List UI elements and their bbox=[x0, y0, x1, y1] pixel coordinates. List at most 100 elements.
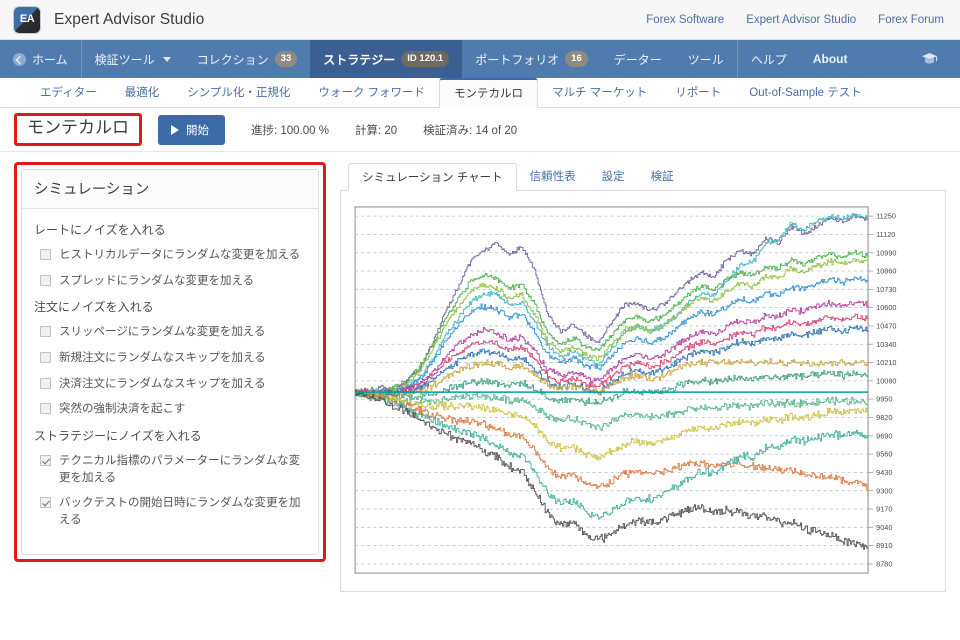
svg-text:10080: 10080 bbox=[876, 377, 896, 386]
tab-out-of-sample-test[interactable]: Out-of-Sample テスト bbox=[735, 79, 875, 108]
option-new-order-skip-label: 新規注文にランダムなスキップを加える bbox=[59, 352, 266, 365]
option-backtest-start-date-random[interactable]: バックテストの開始日時にランダムな変更を加える bbox=[40, 495, 306, 528]
link-forex-software[interactable]: Forex Software bbox=[646, 14, 724, 26]
home-icon bbox=[13, 52, 26, 66]
checkbox-new-order-skip[interactable] bbox=[40, 352, 51, 364]
svg-text:10340: 10340 bbox=[876, 340, 896, 349]
option-backtest-start-date-random-label: バックテストの開始日時にランダムな変更を加える bbox=[59, 497, 301, 527]
simulation-panel-body: レートにノイズを入れる ヒストリカルデータにランダムな変更を加える スプレッドに… bbox=[22, 209, 318, 554]
nav-badge-strategy-id: ID 120.1 bbox=[401, 51, 450, 67]
page-title-highlight: モンテカルロ bbox=[14, 113, 142, 146]
tab-walk-forward[interactable]: ウォーク フォワード bbox=[304, 79, 439, 108]
option-sudden-forced-close[interactable]: 突然の強制決済を起こす bbox=[40, 401, 306, 418]
option-historical-data-random[interactable]: ヒストリカルデータにランダムな変更を加える bbox=[40, 247, 306, 264]
chart-card: 11250 11120 10990 10860 10730 10600 10470 10340… bbox=[340, 191, 946, 592]
option-slippage-random[interactable]: スリッページにランダムな変更を加える bbox=[40, 324, 306, 341]
checkbox-slippage-random[interactable] bbox=[40, 326, 51, 338]
option-new-order-skip[interactable]: 新規注文にランダムなスキップを加える bbox=[40, 350, 306, 367]
tab-monte-carlo[interactable]: モンテカルロ bbox=[439, 78, 539, 108]
chart-tab-settings[interactable]: 設定 bbox=[589, 163, 638, 191]
svg-text:11250: 11250 bbox=[876, 212, 896, 221]
checkbox-close-order-skip[interactable] bbox=[40, 377, 51, 389]
simulation-chart-svg: 11250 11120 10990 10860 10730 10600 10470 10340… bbox=[354, 206, 896, 574]
content-area: シミュレーション レートにノイズを入れる ヒストリカルデータにランダムな変更を加… bbox=[0, 152, 960, 592]
tab-multi-market[interactable]: マルチ マーケット bbox=[538, 79, 661, 108]
chart-tab-reliability-table[interactable]: 信頼性表 bbox=[517, 163, 589, 191]
nav-item-home[interactable]: ホーム bbox=[0, 40, 81, 78]
checkbox-spread-random[interactable] bbox=[40, 274, 51, 286]
option-historical-data-random-label: ヒストリカルデータにランダムな変更を加える bbox=[59, 249, 301, 261]
main-navigation: ホーム 検証ツール コレクション 33 ストラテジー ID 120.1 ポートフ… bbox=[0, 40, 960, 78]
nav-right-area bbox=[907, 40, 960, 78]
svg-text:10210: 10210 bbox=[876, 358, 896, 367]
svg-text:9950: 9950 bbox=[876, 395, 892, 404]
nav-item-strategy-label: ストラテジー bbox=[323, 52, 396, 67]
nav-badge-collection: 33 bbox=[274, 51, 298, 67]
module-tab-strip: エディター 最適化 シンプル化・正規化 ウォーク フォワード モンテカルロ マル… bbox=[0, 78, 960, 108]
top-bar-links: Forex Software Expert Advisor Studio For… bbox=[646, 14, 944, 26]
simulation-panel: シミュレーション レートにノイズを入れる ヒストリカルデータにランダムな変更を加… bbox=[21, 169, 319, 555]
svg-text:9690: 9690 bbox=[876, 431, 892, 440]
svg-text:10860: 10860 bbox=[876, 267, 896, 276]
option-indicator-parameter-random-label: テクニカル指標のパラメーターにランダムな変更を加える bbox=[59, 455, 301, 484]
checkbox-historical-data-random[interactable] bbox=[40, 249, 51, 260]
nav-item-portfolio-label: ポートフォリオ bbox=[475, 52, 560, 67]
graduation-cap-icon[interactable] bbox=[921, 52, 938, 66]
monte-carlo-simulation-chart: 11250 11120 10990 10860 10730 10600 10470 10340… bbox=[349, 201, 937, 583]
stat-validated: 検証済み: 14 of 20 bbox=[423, 124, 518, 137]
svg-text:10470: 10470 bbox=[876, 322, 896, 331]
nav-item-help-label: ヘルプ bbox=[750, 52, 787, 67]
chart-tab-validation[interactable]: 検証 bbox=[638, 163, 687, 191]
option-spread-random[interactable]: スプレッドにランダムな変更を加える bbox=[40, 273, 306, 290]
link-forex-forum[interactable]: Forex Forum bbox=[878, 14, 944, 26]
chart-tab-strip: シミュレーション チャート 信頼性表 設定 検証 bbox=[340, 162, 946, 191]
chart-column: シミュレーション チャート 信頼性表 設定 検証 11250 11120 10990… bbox=[340, 162, 946, 592]
tab-editor[interactable]: エディター bbox=[26, 79, 111, 108]
group-title-strategy-noise: ストラテジーにノイズを入れる bbox=[34, 429, 202, 444]
action-row: モンテカルロ 開始 進捗: 100.00 % 計算: 20 検証済み: 14 o… bbox=[0, 108, 960, 152]
option-sudden-forced-close-label: 突然の強制決済を起こす bbox=[59, 403, 186, 416]
group-title-rate-noise: レートにノイズを入れる bbox=[34, 223, 166, 237]
checkbox-sudden-forced-close[interactable] bbox=[40, 403, 51, 415]
start-button[interactable]: 開始 bbox=[158, 114, 225, 145]
nav-item-about-label: About bbox=[812, 52, 848, 66]
tab-report[interactable]: リポート bbox=[661, 79, 735, 108]
option-indicator-parameter-random[interactable]: テクニカル指標のパラメーターにランダムな変更を加える bbox=[40, 453, 306, 486]
page-title: モンテカルロ bbox=[27, 118, 129, 138]
checkbox-backtest-start-date-random[interactable] bbox=[40, 497, 51, 509]
svg-text:9560: 9560 bbox=[876, 450, 892, 459]
tab-optimization[interactable]: 最適化 bbox=[111, 79, 174, 108]
stat-progress: 進捗: 100.00 % bbox=[251, 124, 329, 137]
simulation-panel-highlight: シミュレーション レートにノイズを入れる ヒストリカルデータにランダムな変更を加… bbox=[14, 162, 326, 562]
nav-item-collection[interactable]: コレクション 33 bbox=[184, 40, 311, 78]
option-close-order-skip[interactable]: 決済注文にランダムなスキップを加える bbox=[40, 376, 306, 393]
svg-text:9170: 9170 bbox=[876, 505, 892, 514]
nav-item-verification-tools[interactable]: 検証ツール bbox=[82, 40, 184, 78]
checkbox-indicator-parameter-random[interactable] bbox=[40, 455, 51, 467]
app-logo-text: EA bbox=[19, 13, 35, 25]
tab-simplify-normalize[interactable]: シンプル化・正規化 bbox=[173, 79, 304, 108]
svg-text:10990: 10990 bbox=[876, 248, 896, 257]
nav-item-about[interactable]: About bbox=[800, 40, 861, 78]
nav-item-help[interactable]: ヘルプ bbox=[738, 40, 800, 78]
chart-tab-simulation-chart[interactable]: シミュレーション チャート bbox=[348, 163, 517, 191]
top-bar: EA Expert Advisor Studio Forex Software … bbox=[0, 0, 960, 40]
app-logo: EA bbox=[14, 6, 40, 33]
nav-item-tools[interactable]: ツール bbox=[675, 40, 737, 78]
svg-text:8910: 8910 bbox=[876, 541, 892, 550]
nav-badge-portfolio: 16 bbox=[565, 51, 588, 67]
svg-text:9430: 9430 bbox=[876, 468, 892, 477]
link-expert-advisor-studio[interactable]: Expert Advisor Studio bbox=[746, 14, 856, 26]
svg-text:10600: 10600 bbox=[876, 303, 896, 312]
svg-text:10730: 10730 bbox=[876, 285, 896, 294]
stat-calculations: 計算: 20 bbox=[354, 124, 398, 137]
chevron-down-icon bbox=[162, 56, 171, 62]
play-icon bbox=[171, 124, 179, 135]
svg-text:9040: 9040 bbox=[876, 523, 892, 532]
start-button-label: 開始 bbox=[186, 124, 209, 137]
nav-item-strategy[interactable]: ストラテジー ID 120.1 bbox=[310, 40, 463, 78]
nav-item-portfolio[interactable]: ポートフォリオ 16 bbox=[462, 40, 601, 78]
nav-item-data[interactable]: データー bbox=[601, 40, 675, 78]
svg-text:9820: 9820 bbox=[876, 413, 892, 422]
nav-item-tools-label: ツール bbox=[687, 52, 724, 67]
